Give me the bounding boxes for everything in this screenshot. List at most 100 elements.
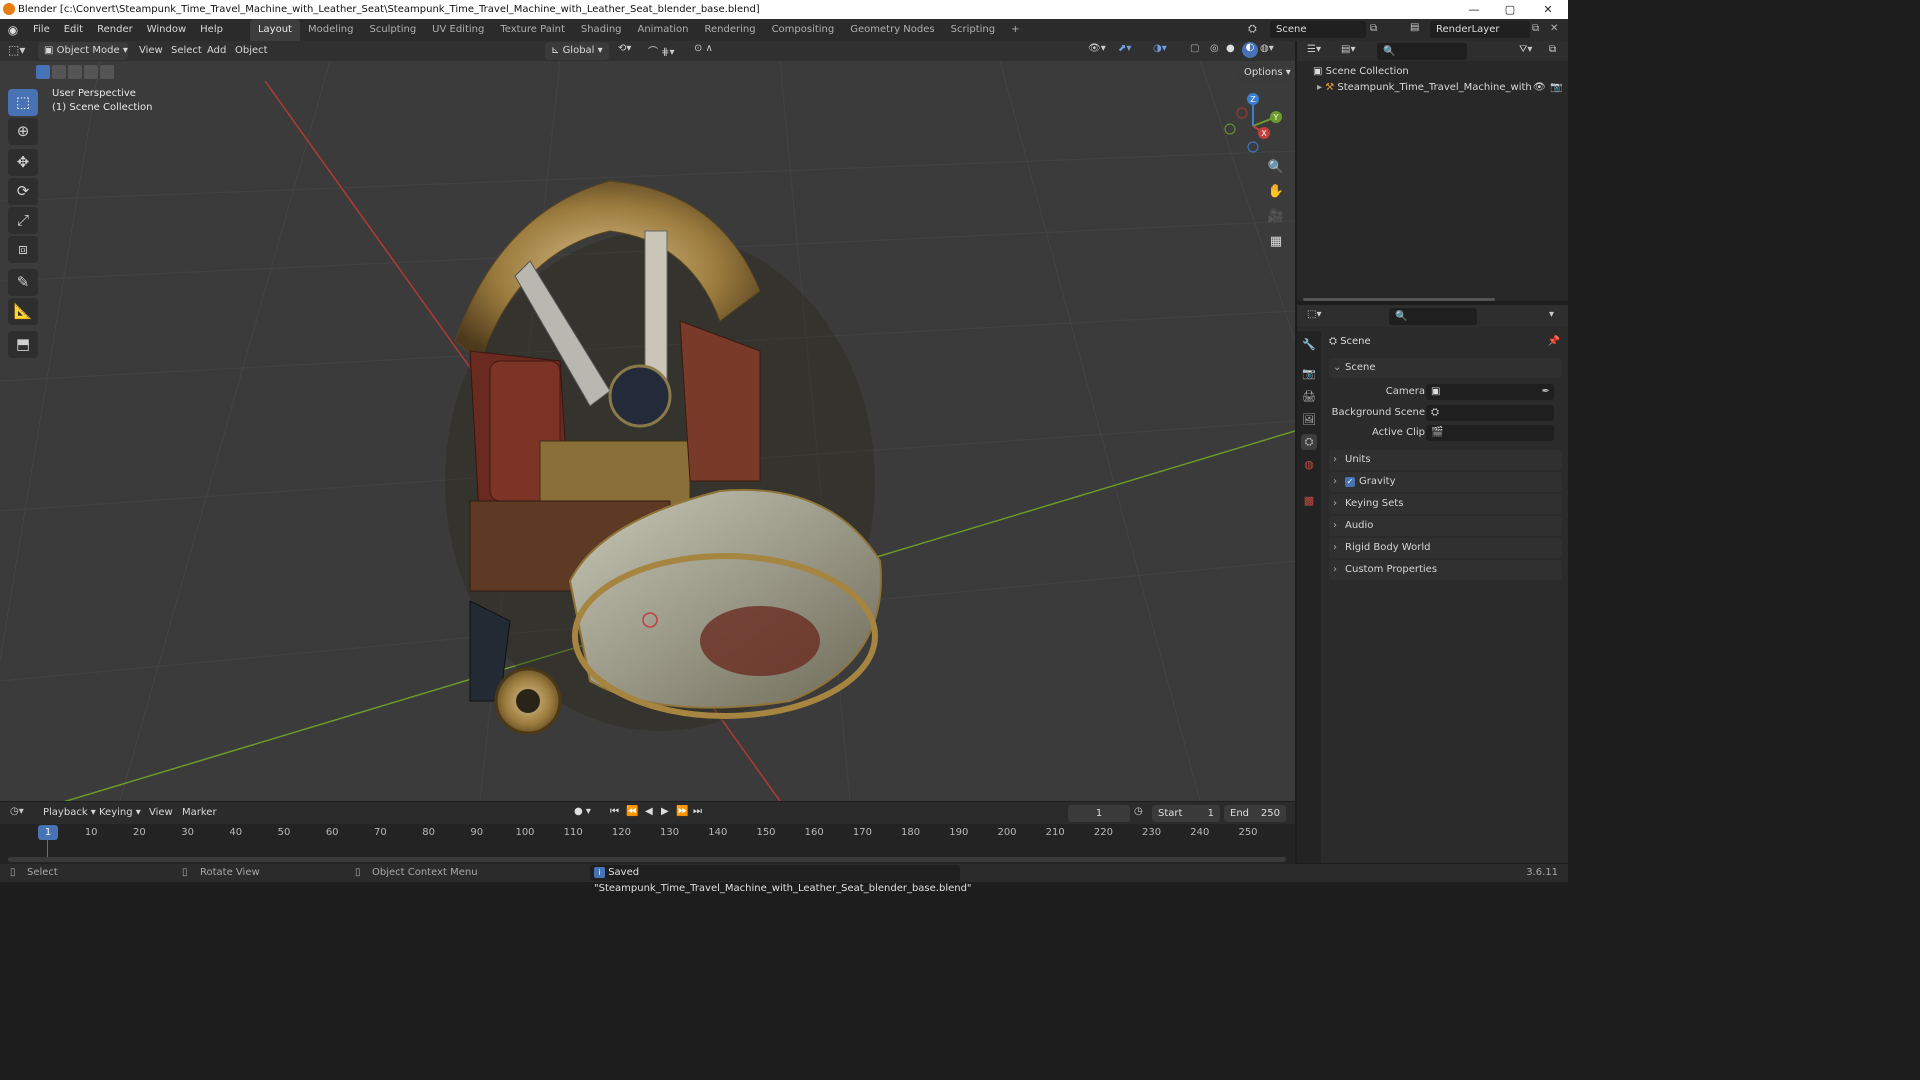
rigid-body-world-panel[interactable]: › Rigid Body World [1329, 538, 1562, 558]
tab-rendering[interactable]: Rendering [696, 19, 763, 41]
new-viewlayer-icon[interactable]: ⧉ [1532, 23, 1539, 34]
jump-end-icon[interactable]: ⏭ [693, 806, 702, 817]
outliner-scrollbar[interactable] [1303, 298, 1495, 301]
select-intersect-icon[interactable] [100, 65, 114, 79]
minimize-button[interactable]: — [1456, 0, 1492, 19]
camera-field[interactable]: ▣ ✒ [1426, 384, 1554, 400]
gravity-panel[interactable]: › ✓ Gravity [1329, 472, 1562, 492]
camera-view-icon[interactable]: 🎥 [1264, 205, 1288, 229]
menu-render[interactable]: Render [90, 19, 140, 41]
filter-icon[interactable]: ⛛▾ [1519, 44, 1532, 55]
gizmo-toggle-icon[interactable]: ⬈▾ [1118, 43, 1131, 54]
outliner-item[interactable]: ▸ ⚒ Steampunk_Time_Travel_Machine_with 👁… [1317, 80, 1567, 96]
scene-collection-row[interactable]: ▣ Scene Collection [1313, 64, 1409, 80]
timeline-scrollbar[interactable] [8, 857, 1286, 862]
world-tab-icon[interactable]: ◍ [1301, 457, 1317, 473]
xray-icon[interactable]: ▢ [1190, 43, 1199, 54]
viewlayer-tab-icon[interactable]: 🖼 [1301, 412, 1317, 428]
measure-icon[interactable]: 📐 [8, 298, 38, 325]
solid-shading-icon[interactable]: ● [1226, 43, 1235, 54]
play-icon[interactable]: ▶ [661, 806, 669, 817]
mode-dropdown[interactable]: ▣ Object Mode ▾ [38, 42, 128, 60]
tab-layout[interactable]: Layout [249, 19, 300, 41]
rendered-shading-icon[interactable]: ◍▾ [1260, 43, 1274, 54]
record-icon[interactable]: ● ▾ [574, 806, 591, 817]
playhead[interactable]: 1 [38, 825, 58, 840]
blender-menu-icon[interactable]: ◉ [0, 23, 26, 37]
start-frame-field[interactable]: Start 1 [1152, 805, 1220, 822]
ortho-grid-icon[interactable]: ▦ [1264, 230, 1288, 254]
render-tab-icon[interactable]: 📷 [1301, 366, 1317, 382]
transform-icon[interactable]: ⧈ [8, 236, 38, 263]
orientation-dropdown[interactable]: ⊾ Global ▾ [545, 42, 609, 60]
menu-marker[interactable]: Marker [175, 802, 224, 824]
scene-section-header[interactable]: ⌄ Scene [1329, 358, 1562, 378]
remove-viewlayer-icon[interactable]: ✕ [1550, 23, 1558, 34]
timeline-editor-icon[interactable]: ◷▾ [10, 806, 24, 817]
select-extend-icon[interactable] [52, 65, 66, 79]
menu-edit[interactable]: Edit [57, 19, 90, 41]
menu-window[interactable]: Window [140, 19, 193, 41]
keying-sets-panel[interactable]: › Keying Sets [1329, 494, 1562, 514]
new-collection-icon[interactable]: ⧉ [1549, 44, 1556, 55]
scene-selector-icon[interactable]: ⛭ [1248, 22, 1257, 36]
tab-animation[interactable]: Animation [630, 19, 697, 41]
select-subtract-icon[interactable] [68, 65, 82, 79]
tab-geometry-nodes[interactable]: Geometry Nodes [842, 19, 942, 41]
outliner-editor-icon[interactable]: ☰▾ [1307, 44, 1321, 55]
scene-tab-icon[interactable]: ⛭ [1301, 434, 1317, 450]
tool-tab-icon[interactable]: 🔧 [1301, 337, 1317, 353]
current-frame-field[interactable]: 1 [1068, 805, 1130, 822]
pin-icon[interactable]: 📌 [1548, 333, 1560, 351]
3d-viewport[interactable]: User Perspective (1) Scene Collection Op… [0, 61, 1295, 801]
tab-modeling[interactable]: Modeling [300, 19, 362, 41]
wireframe-shading-icon[interactable]: ◎ [1210, 43, 1219, 54]
timeline-area[interactable]: 10 20 30 40 50 60 70 80 90 100 110 120 130 140 150 160 1… [0, 824, 1295, 864]
next-keyframe-icon[interactable]: ⏩ [676, 806, 688, 817]
visibility-eye-icon[interactable]: 👁 [1533, 80, 1546, 96]
pan-hand-icon[interactable]: ✋ [1264, 180, 1288, 204]
end-frame-field[interactable]: End 250 [1224, 805, 1286, 822]
prev-keyframe-icon[interactable]: ⏪ [626, 806, 638, 817]
jump-start-icon[interactable]: ⏮ [610, 806, 619, 817]
menu-help[interactable]: Help [193, 19, 230, 41]
material-shading-icon[interactable]: ◐ [1242, 42, 1258, 58]
gravity-checkbox[interactable]: ✓ [1345, 477, 1355, 487]
background-scene-field[interactable]: ⛭ [1426, 405, 1554, 421]
select-new-icon[interactable] [36, 65, 50, 79]
tab-sculpting[interactable]: Sculpting [361, 19, 424, 41]
outliner-search[interactable]: 🔍 [1377, 43, 1467, 60]
audio-panel[interactable]: › Audio [1329, 516, 1562, 536]
steampunk-model[interactable] [445, 180, 882, 735]
add-cube-icon[interactable]: ⬒ [8, 331, 38, 358]
move-icon[interactable]: ✥ [8, 149, 38, 176]
custom-properties-panel[interactable]: › Custom Properties [1329, 560, 1562, 580]
texture-tab-icon[interactable]: ▩ [1301, 493, 1317, 509]
navigation-gizmo[interactable]: Z Y X [1218, 91, 1288, 161]
units-panel[interactable]: › Units [1329, 450, 1562, 470]
eyedropper-icon[interactable]: ✒ [1542, 384, 1550, 400]
select-invert-icon[interactable] [84, 65, 98, 79]
active-clip-field[interactable]: 🎬 [1426, 425, 1554, 441]
menu-file[interactable]: File [26, 19, 57, 41]
snap-icon[interactable]: ⌒ ⋕▾ [648, 43, 675, 58]
scene-name-field[interactable]: Scene [1270, 21, 1366, 38]
output-tab-icon[interactable]: 🖨 [1301, 389, 1317, 405]
overlay-toggle-icon[interactable]: ◑▾ [1153, 43, 1167, 54]
editor-type-icon[interactable]: ⬚▾ [8, 43, 25, 57]
render-camera-icon[interactable]: 📷 [1550, 80, 1562, 96]
properties-options-icon[interactable]: ▾ [1549, 309, 1554, 320]
tab-scripting[interactable]: Scripting [943, 19, 1003, 41]
options-button[interactable]: Options ▾ [1238, 64, 1295, 82]
tab-uv-editing[interactable]: UV Editing [424, 19, 492, 41]
pivot-icon[interactable]: ⟲▾ [618, 43, 631, 54]
properties-editor-icon[interactable]: ⬚▾ [1307, 309, 1321, 320]
proportional-edit-icon[interactable]: ⊙ ∧ [694, 43, 713, 54]
menu-object[interactable]: Object [228, 40, 275, 62]
new-scene-icon[interactable]: ⧉ [1370, 23, 1377, 34]
viewlayer-icon[interactable]: ▤ [1410, 22, 1419, 33]
expand-arrow-icon[interactable]: ▸ [1317, 82, 1325, 93]
cursor-icon[interactable]: ⊕ [8, 118, 38, 145]
rotate-icon[interactable]: ⟳ [8, 178, 38, 205]
annotate-icon[interactable]: ✎ [8, 269, 38, 296]
